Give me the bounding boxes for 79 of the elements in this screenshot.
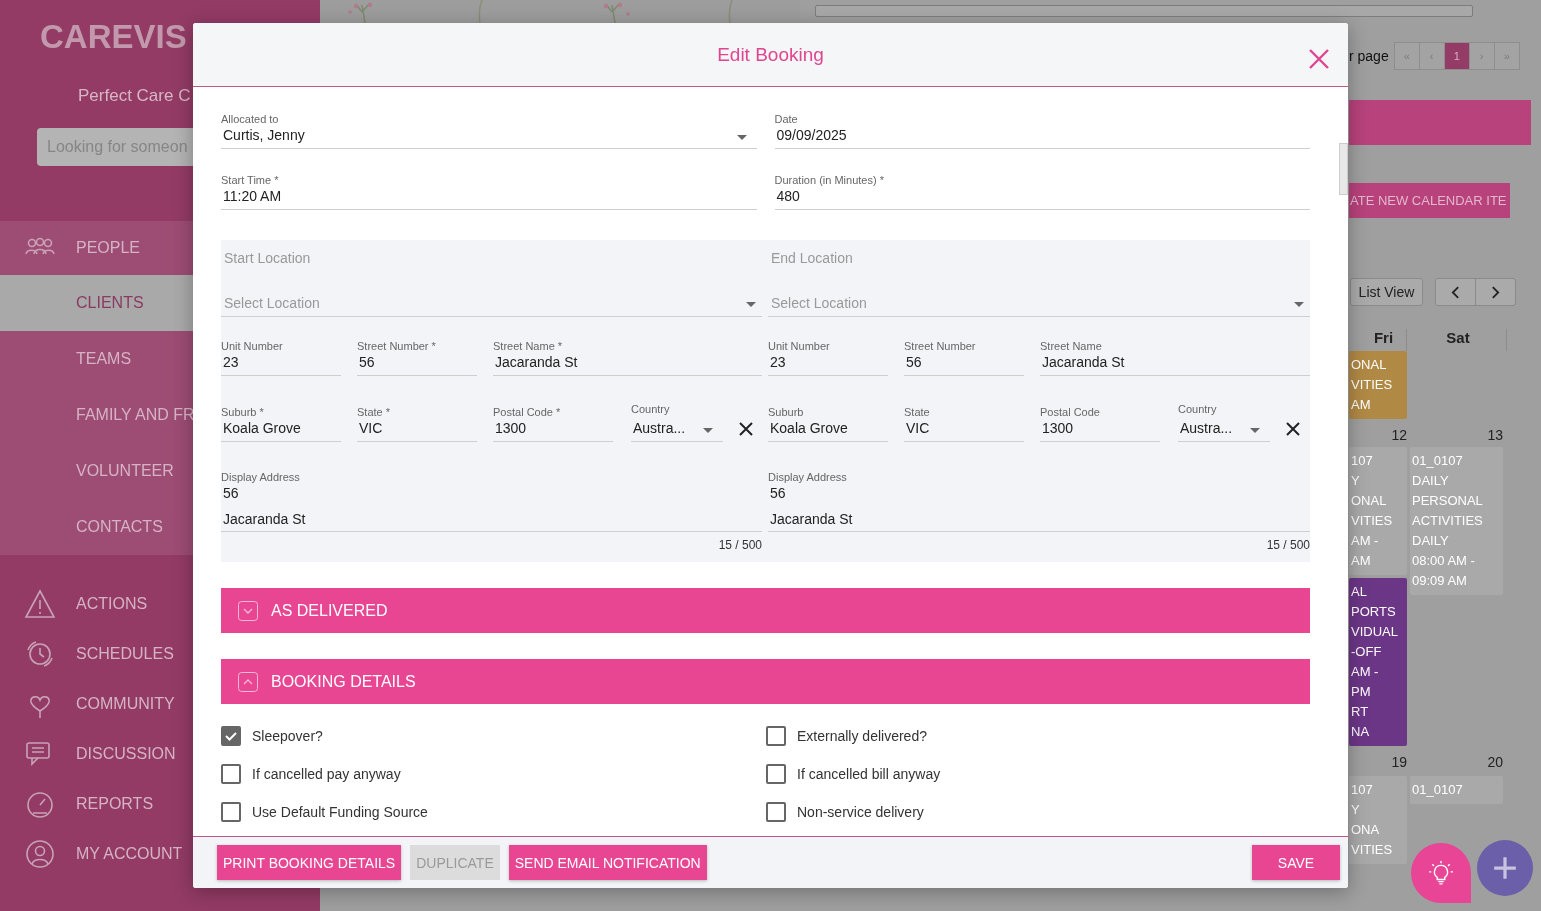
checkbox[interactable] bbox=[221, 726, 241, 746]
day-header: Sat bbox=[1410, 329, 1507, 351]
caret-icon bbox=[703, 428, 713, 433]
scrollbar-track[interactable] bbox=[815, 5, 1473, 17]
caret-icon bbox=[1294, 302, 1304, 307]
checkbox[interactable] bbox=[766, 726, 786, 746]
warning-icon bbox=[24, 588, 56, 620]
address-field[interactable]: Suburb Koala Grove bbox=[768, 405, 888, 442]
per-page-label: r page bbox=[1349, 48, 1389, 64]
checkbox[interactable] bbox=[766, 764, 786, 784]
address-field[interactable]: Country Austra... bbox=[1178, 402, 1270, 442]
footer-button[interactable]: PRINT BOOKING DETAILS bbox=[217, 845, 402, 880]
create-calendar-item-button[interactable]: ATE NEW CALENDAR ITE bbox=[1349, 183, 1510, 218]
scrollbar-thumb[interactable] bbox=[1339, 143, 1348, 195]
date-number: 12 bbox=[1390, 427, 1407, 443]
save-button[interactable]: SAVE bbox=[1252, 845, 1340, 880]
clock-icon bbox=[24, 638, 56, 670]
date-number: 19 bbox=[1390, 754, 1407, 770]
address-field[interactable]: Suburb * Koala Grove bbox=[221, 405, 341, 442]
section-header[interactable]: BOOKING DETAILS bbox=[221, 659, 1310, 704]
checkbox-label: If cancelled bill anyway bbox=[797, 766, 941, 782]
calendar-event[interactable]: 107 Y ONA VITIES bbox=[1349, 776, 1407, 864]
checkbox[interactable] bbox=[766, 802, 786, 822]
footer-button[interactable]: SEND EMAIL NOTIFICATION bbox=[508, 845, 707, 880]
display-address-field[interactable]: Display Address 56 Jacaranda St bbox=[221, 470, 762, 532]
caret-icon bbox=[736, 135, 747, 140]
location-heading: End Location bbox=[771, 250, 854, 266]
clear-icon[interactable] bbox=[739, 422, 753, 436]
character-counter: 15 / 500 bbox=[717, 538, 762, 552]
checkbox[interactable] bbox=[221, 802, 241, 822]
location-select[interactable]: Select Location bbox=[768, 294, 1310, 317]
calendar-event[interactable]: 01_0107 DAILY PERSONAL ACTIVITIES DAILY 08:00 AM - 09:09 AM bbox=[1410, 447, 1503, 595]
location-select[interactable]: Select Location bbox=[221, 294, 762, 317]
form-field[interactable]: Date 09/09/2025 bbox=[774, 112, 1310, 149]
calendar-event[interactable]: AL PORTS VIDUAL -OFF AM - PM RT NA bbox=[1349, 578, 1407, 746]
calendar-event[interactable]: ONAL VITIES AM bbox=[1349, 351, 1407, 419]
display-address-field[interactable]: Display Address 56 Jacaranda St bbox=[768, 470, 1310, 532]
calendar-event[interactable]: 01_0107 bbox=[1410, 776, 1503, 804]
address-field[interactable]: State * VIC bbox=[357, 405, 477, 442]
section-header[interactable]: AS DELIVERED bbox=[221, 588, 1310, 633]
checkbox-label: Sleepover? bbox=[252, 728, 323, 744]
address-field[interactable]: Unit Number 23 bbox=[221, 339, 341, 376]
checkbox-label: Externally delivered? bbox=[797, 728, 927, 744]
chevron-left-icon bbox=[1451, 285, 1460, 299]
organisation-name: Perfect Care C bbox=[78, 86, 192, 106]
caret-icon bbox=[1250, 428, 1260, 433]
checkbox-label: Non-service delivery bbox=[797, 804, 924, 820]
chevron-right-icon bbox=[1491, 285, 1500, 299]
address-field[interactable]: Unit Number 23 bbox=[768, 339, 888, 376]
checkbox-label: If cancelled pay anyway bbox=[252, 766, 401, 782]
caret-icon bbox=[746, 302, 756, 307]
checkmark-icon bbox=[224, 729, 238, 743]
address-field[interactable]: Street Name * Jacaranda St bbox=[493, 339, 762, 376]
clear-icon[interactable] bbox=[1286, 422, 1300, 436]
address-field[interactable]: State VIC bbox=[904, 405, 1024, 442]
page-button[interactable]: 1 bbox=[1443, 42, 1470, 70]
form-field[interactable]: Duration (in Minutes) * 480 bbox=[774, 173, 1310, 210]
checkbox[interactable] bbox=[221, 764, 241, 784]
address-field[interactable]: Postal Code 1300 bbox=[1040, 405, 1160, 442]
logo-text: CAREVIS bbox=[40, 18, 188, 56]
address-field[interactable]: Postal Code * 1300 bbox=[493, 405, 613, 442]
address-field[interactable]: Country Austra... bbox=[631, 402, 723, 442]
address-field[interactable]: Street Name Jacaranda St bbox=[1040, 339, 1310, 376]
location-heading: Start Location bbox=[224, 250, 312, 266]
address-field[interactable]: Street Number 56 bbox=[904, 339, 1024, 376]
character-counter: 15 / 500 bbox=[1265, 538, 1310, 552]
list-view-button[interactable]: List View bbox=[1350, 278, 1423, 306]
form-field[interactable]: Allocated to Curtis, Jenny bbox=[221, 112, 757, 149]
calendar-event[interactable]: 107 Y ONAL VITIES AM - AM bbox=[1349, 447, 1407, 575]
address-field[interactable]: Street Number * 56 bbox=[357, 339, 477, 376]
checkbox-label: Use Default Funding Source bbox=[252, 804, 428, 820]
date-number: 13 bbox=[1486, 427, 1503, 443]
close-icon[interactable] bbox=[1308, 48, 1330, 70]
dialog-title: Edit Booking bbox=[717, 43, 824, 66]
user-icon bbox=[24, 838, 56, 870]
lightbulb-icon bbox=[1428, 860, 1454, 886]
plus-icon bbox=[1492, 855, 1518, 881]
date-number: 20 bbox=[1486, 754, 1503, 770]
form-field[interactable]: Start Time * 11:20 AM bbox=[221, 173, 757, 210]
